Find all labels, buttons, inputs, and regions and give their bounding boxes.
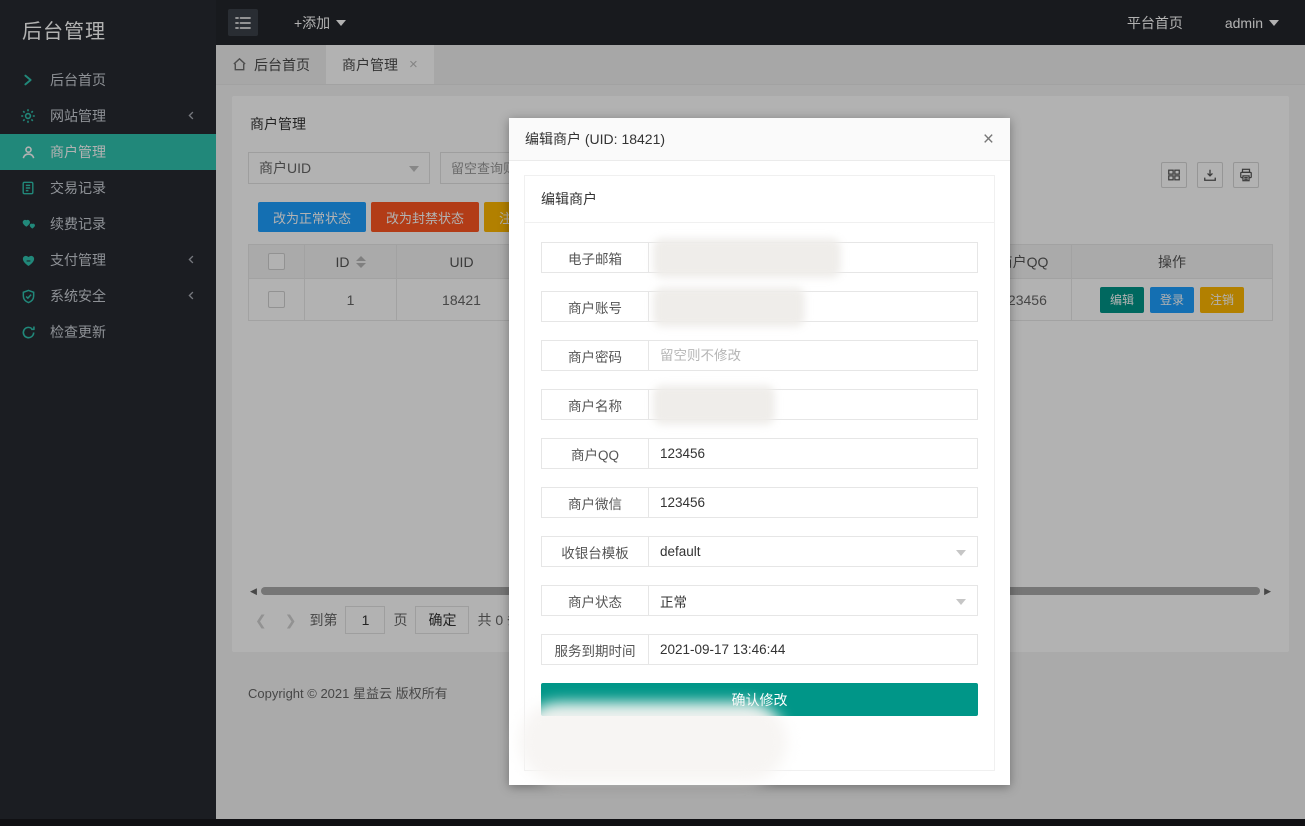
field-name: 商户名称 <box>541 389 978 420</box>
admin-app: 后台管理 后台首页 网站管理 商户管理 交易记录 续费记录 <box>0 0 1305 826</box>
field-label: 商户账号 <box>541 291 649 322</box>
field-label: 商户名称 <box>541 389 649 420</box>
panel-title: 编辑商户 <box>525 176 994 223</box>
field-qq: 商户QQ <box>541 438 978 469</box>
field-wechat: 商户微信 <box>541 487 978 518</box>
edit-panel: 编辑商户 电子邮箱 商户账号 商户密码 <box>524 175 995 771</box>
field-label: 电子邮箱 <box>541 242 649 273</box>
wechat-field[interactable] <box>649 488 977 517</box>
modal-body: 编辑商户 电子邮箱 商户账号 商户密码 <box>509 161 1010 785</box>
chevron-down-icon <box>956 599 966 605</box>
redaction-blur <box>653 385 775 425</box>
field-status: 商户状态 <box>541 585 978 616</box>
field-label: 商户状态 <box>541 585 649 616</box>
field-cashier-template: 收银台模板 <box>541 536 978 567</box>
redaction-blur <box>653 238 841 278</box>
qq-field[interactable] <box>649 439 977 468</box>
field-expiry: 服务到期时间 <box>541 634 978 665</box>
close-icon[interactable]: × <box>983 130 994 149</box>
password-field[interactable] <box>649 341 977 370</box>
modal-titlebar: 编辑商户 (UID: 18421) × <box>509 118 1010 161</box>
merchant-status-value <box>649 586 977 615</box>
modal-title: 编辑商户 (UID: 18421) <box>525 129 665 149</box>
service-expiry-field[interactable] <box>649 635 977 664</box>
chevron-down-icon <box>956 550 966 556</box>
field-label: 商户密码 <box>541 340 649 371</box>
watermark-blur <box>519 702 787 782</box>
field-label: 服务到期时间 <box>541 634 649 665</box>
field-label: 商户微信 <box>541 487 649 518</box>
merchant-status-select[interactable] <box>648 585 978 616</box>
redaction-blur <box>653 287 805 327</box>
cashier-template-select[interactable] <box>648 536 978 567</box>
field-account: 商户账号 <box>541 291 978 322</box>
field-email: 电子邮箱 <box>541 242 978 273</box>
field-password: 商户密码 <box>541 340 978 371</box>
field-label: 商户QQ <box>541 438 649 469</box>
edit-merchant-modal: 编辑商户 (UID: 18421) × 编辑商户 电子邮箱 商户账号 <box>509 118 1010 785</box>
field-label: 收银台模板 <box>541 536 649 567</box>
edit-form: 电子邮箱 商户账号 商户密码 商户名称 <box>525 223 994 716</box>
cashier-template-value <box>649 537 977 566</box>
